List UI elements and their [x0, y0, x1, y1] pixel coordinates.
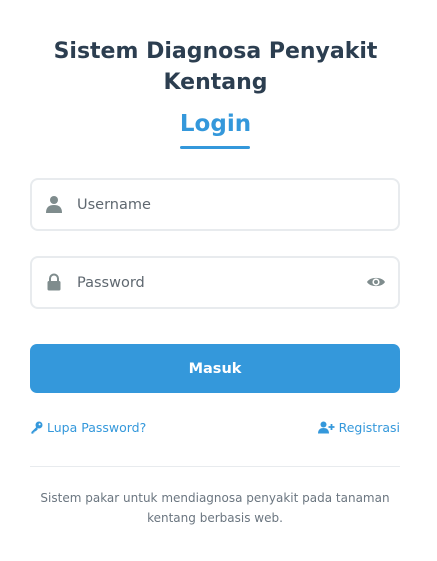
- app-title-line1: Sistem Diagnosa Penyakit: [53, 39, 378, 64]
- login-submit-button[interactable]: Masuk: [30, 344, 400, 393]
- register-link[interactable]: Registrasi: [317, 419, 400, 437]
- register-label: Registrasi: [338, 420, 400, 435]
- login-page: Sistem Diagnosa Penyakit Kentang Login M…: [0, 0, 437, 561]
- divider: [30, 466, 400, 467]
- password-field[interactable]: [30, 256, 400, 309]
- eye-icon[interactable]: [366, 273, 386, 291]
- footer-line2: kentang berbasis web.: [147, 511, 283, 525]
- password-input[interactable]: [77, 258, 357, 307]
- footer-description: Sistem pakar untuk mendiagnosa penyakit …: [30, 488, 400, 528]
- login-heading-underline: [180, 146, 250, 149]
- app-title: Sistem Diagnosa Penyakit Kentang: [0, 36, 431, 98]
- username-field[interactable]: [30, 178, 400, 231]
- username-input[interactable]: [77, 180, 357, 229]
- forgot-password-label: Lupa Password?: [47, 420, 147, 435]
- lock-icon: [47, 273, 61, 291]
- login-heading: Login: [179, 111, 252, 137]
- user-icon: [46, 196, 62, 213]
- footer-line1: Sistem pakar untuk mendiagnosa penyakit …: [40, 491, 390, 505]
- forgot-password-link[interactable]: Lupa Password?: [30, 419, 146, 437]
- key-icon: [31, 421, 43, 434]
- app-title-line2: Kentang: [163, 70, 268, 95]
- user-plus-icon: [317, 421, 335, 434]
